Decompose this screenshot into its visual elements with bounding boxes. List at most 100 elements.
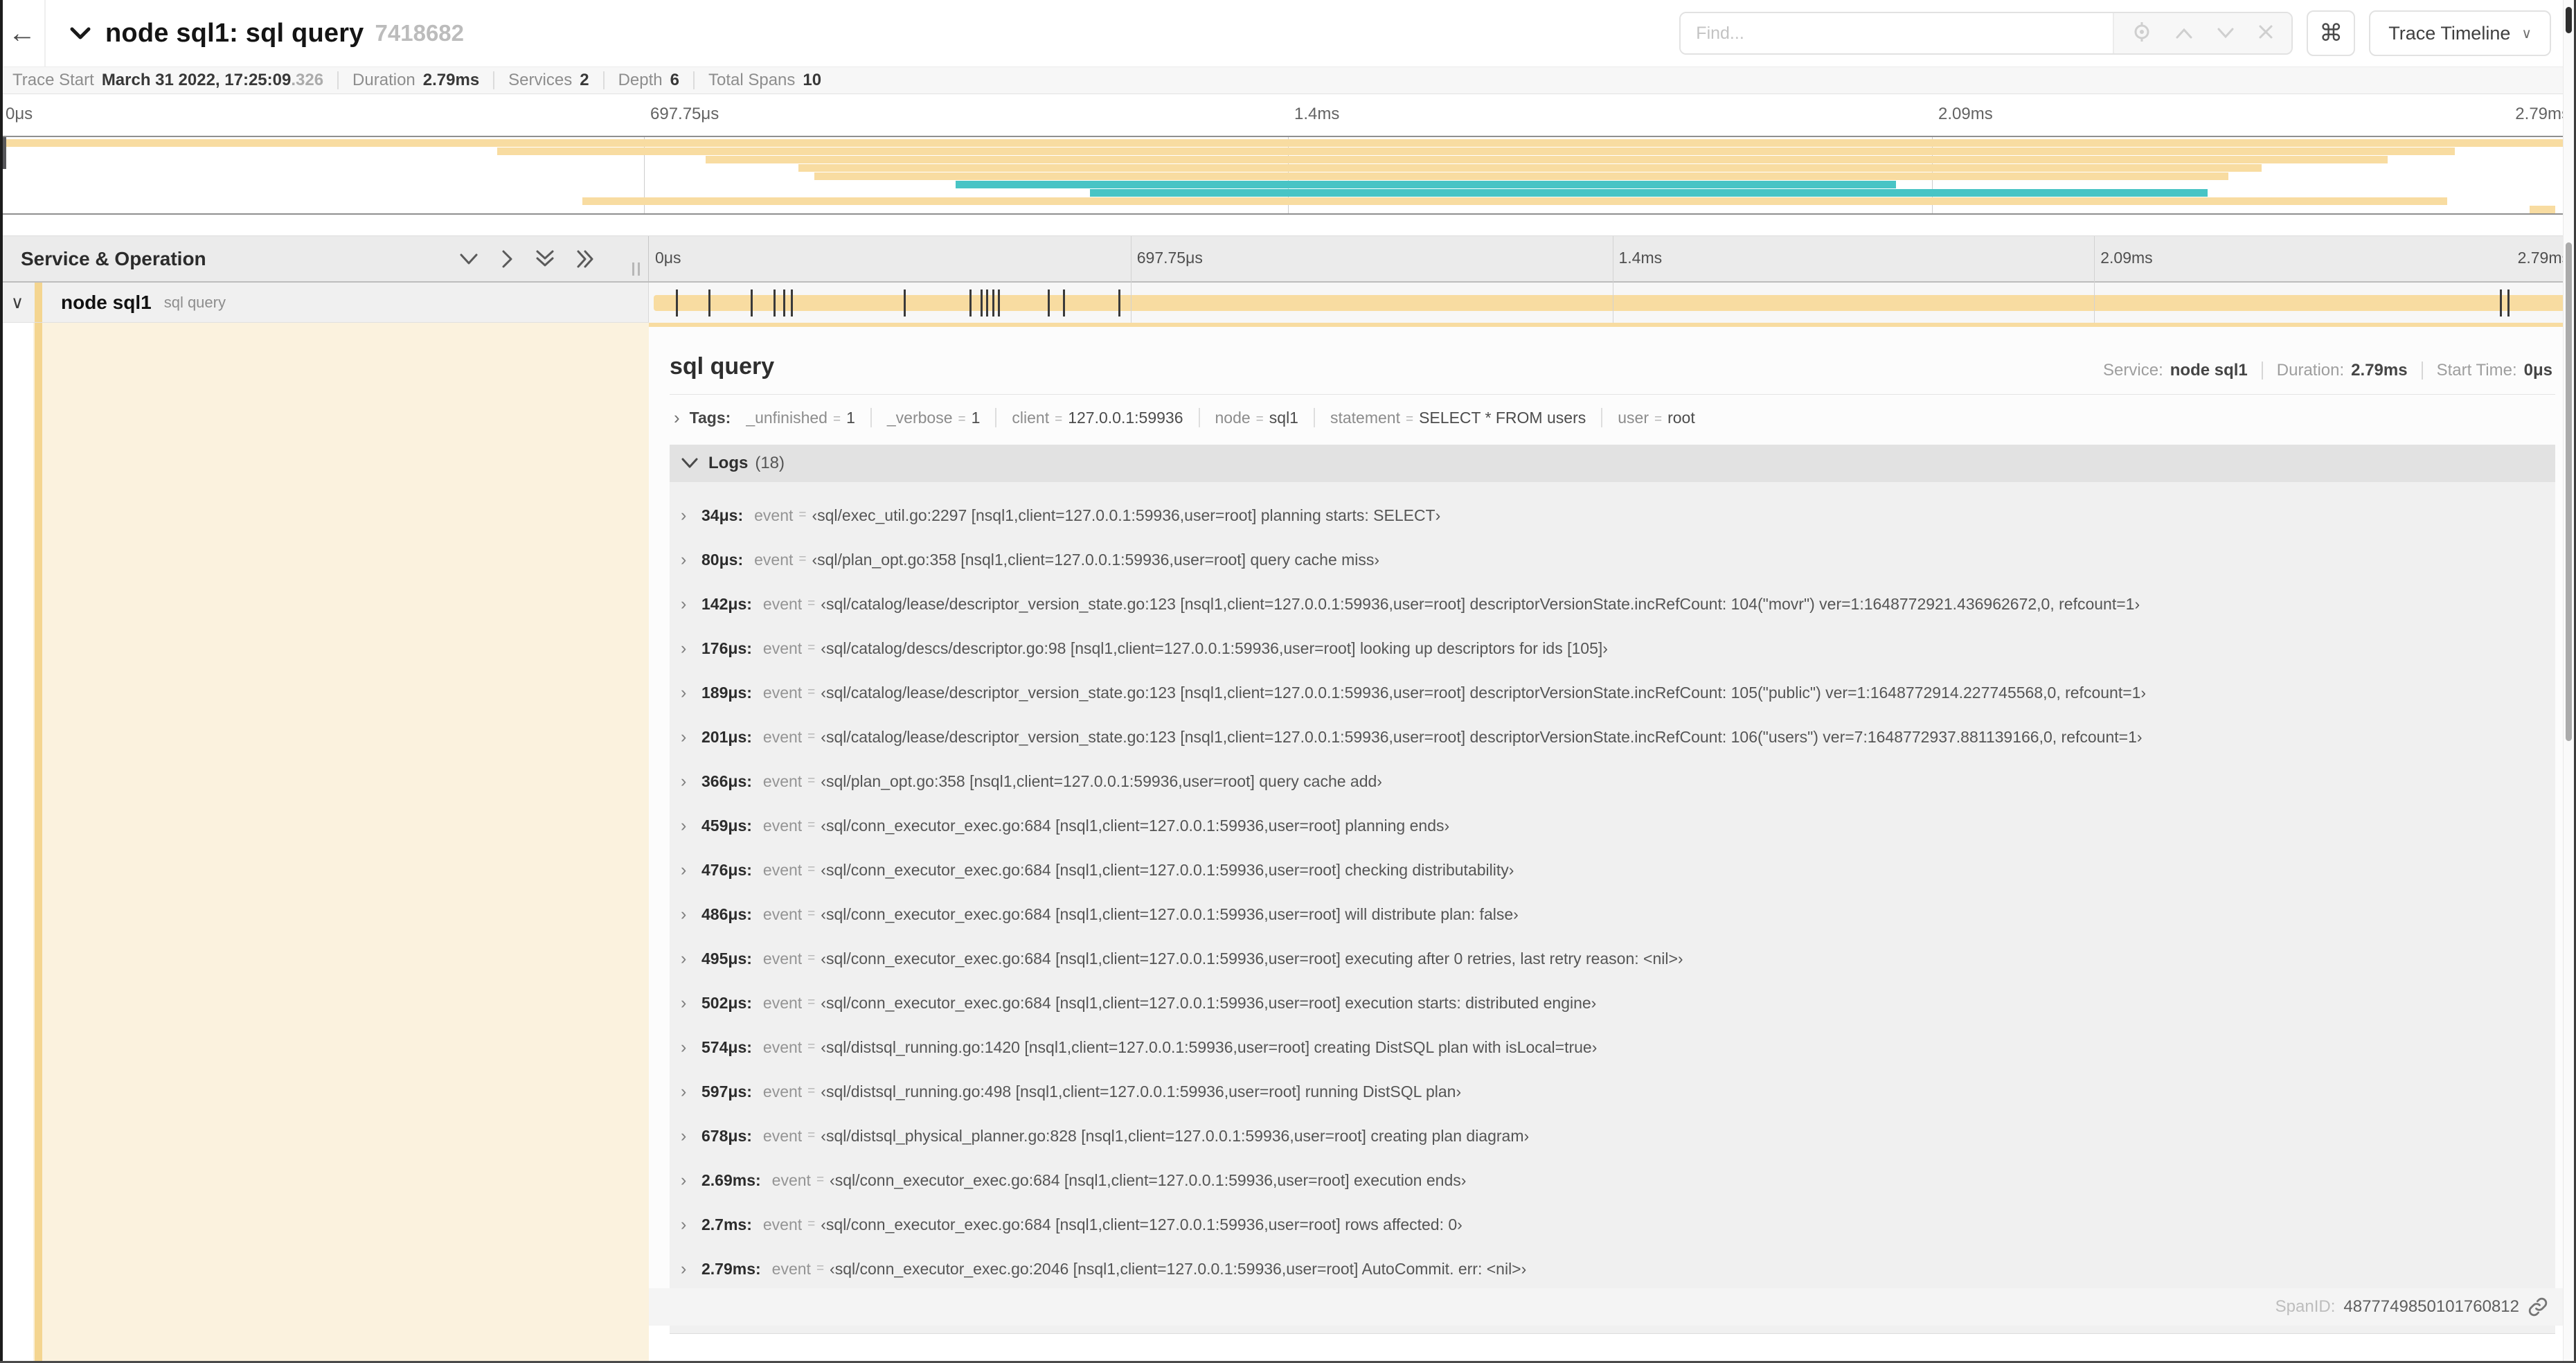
log-expand-chevron-icon[interactable]: ›: [681, 639, 701, 659]
prev-match-icon[interactable]: [2175, 24, 2193, 43]
log-expand-chevron-icon[interactable]: ›: [681, 1170, 701, 1191]
trace-view-selector[interactable]: Trace Timeline ∨: [2369, 10, 2551, 56]
log-expand-chevron-icon[interactable]: ›: [681, 550, 701, 570]
log-field-key: event: [762, 1215, 803, 1233]
log-entry-row[interactable]: › 34μs: event = ‹sql/exec_util.go:2297 […: [681, 493, 2555, 537]
page-title: node sql1: sql query: [105, 18, 364, 48]
log-marker-tick[interactable]: [773, 289, 776, 317]
log-entry-row[interactable]: › 495μs: event = ‹sql/conn_executor_exec…: [681, 936, 2555, 981]
minimap-canvas[interactable]: [0, 136, 2576, 215]
log-expand-chevron-icon[interactable]: ›: [681, 594, 701, 614]
keyboard-shortcuts-button[interactable]: ⌘: [2307, 10, 2356, 56]
deep-link-icon[interactable]: [2528, 1297, 2548, 1317]
scrollbar-thumb[interactable]: [2566, 242, 2572, 741]
log-entry-row[interactable]: › 2.7ms: event = ‹sql/conn_executor_exec…: [681, 1202, 2555, 1247]
log-entry-row[interactable]: › 142μs: event = ‹sql/catalog/lease/desc…: [681, 582, 2555, 626]
span-duration-bar[interactable]: [654, 289, 2570, 317]
log-timestamp: 2.7ms:: [701, 1215, 752, 1233]
log-equals: =: [807, 862, 816, 877]
log-entry-row[interactable]: › 459μs: event = ‹sql/conn_executor_exec…: [681, 803, 2555, 848]
log-entry-row[interactable]: › 486μs: event = ‹sql/conn_executor_exec…: [681, 892, 2555, 936]
column-resize-grip[interactable]: [632, 262, 640, 276]
focus-match-icon[interactable]: [2132, 21, 2152, 45]
log-expand-chevron-icon[interactable]: ›: [681, 683, 701, 703]
collapse-trace-chevron-icon[interactable]: [69, 26, 91, 41]
log-expand-chevron-icon[interactable]: ›: [681, 860, 701, 880]
log-marker-tick[interactable]: [708, 289, 711, 317]
log-expand-chevron-icon[interactable]: ›: [681, 772, 701, 792]
log-marker-tick[interactable]: [783, 289, 786, 317]
log-entry-row[interactable]: › 2.69ms: event = ‹sql/conn_executor_exe…: [681, 1158, 2555, 1202]
log-field-key: event: [762, 816, 803, 835]
log-entry-row[interactable]: › 201μs: event = ‹sql/catalog/lease/desc…: [681, 715, 2555, 759]
find-input[interactable]: [1681, 13, 2113, 53]
log-marker-tick[interactable]: [992, 289, 994, 317]
log-expand-chevron-icon[interactable]: ›: [681, 506, 701, 526]
log-entry-row[interactable]: › 574μs: event = ‹sql/distsql_running.go…: [681, 1025, 2555, 1069]
chevron-down-icon: ∨: [2521, 26, 2532, 42]
tags-expand-chevron-icon[interactable]: ›: [674, 407, 680, 429]
tags-row[interactable]: › Tags: _unfinished = 1 _verbose = 1 client = 12…: [670, 398, 2555, 438]
log-expand-chevron-icon[interactable]: ›: [681, 1082, 701, 1102]
log-entry-row[interactable]: › 476μs: event = ‹sql/conn_executor_exec…: [681, 848, 2555, 892]
log-timestamp: 34μs:: [701, 506, 744, 524]
log-entry-row[interactable]: › 189μs: event = ‹sql/catalog/lease/desc…: [681, 670, 2555, 715]
log-expand-chevron-icon[interactable]: ›: [681, 1215, 701, 1235]
tags-label: Tags:: [689, 408, 731, 427]
log-equals: =: [807, 995, 816, 1010]
log-marker-tick[interactable]: [2500, 289, 2503, 317]
log-entry-row[interactable]: › 80μs: event = ‹sql/plan_opt.go:358 [ns…: [681, 537, 2555, 582]
log-entry-row[interactable]: › 502μs: event = ‹sql/conn_executor_exec…: [681, 981, 2555, 1025]
log-expand-chevron-icon[interactable]: ›: [681, 816, 701, 836]
minimap-tick-label: 697.75μs: [650, 105, 719, 123]
log-marker-tick[interactable]: [1063, 289, 1066, 317]
span-row-timeline-cell[interactable]: [649, 283, 2576, 323]
trace-bar-label: Duration: [352, 71, 415, 89]
log-marker-tick[interactable]: [751, 289, 753, 317]
expand-all-icon[interactable]: [576, 249, 596, 269]
log-expand-chevron-icon[interactable]: ›: [681, 1037, 701, 1058]
log-marker-tick[interactable]: [904, 289, 906, 317]
log-entry-row[interactable]: › 597μs: event = ‹sql/distsql_running.go…: [681, 1069, 2555, 1114]
log-marker-tick[interactable]: [969, 289, 972, 317]
minimap-tick-label: 2.79ms: [2515, 105, 2570, 123]
log-entry-row[interactable]: › 176μs: event = ‹sql/catalog/descs/desc…: [681, 626, 2555, 670]
log-equals: =: [816, 1261, 825, 1276]
span-collapse-chevron-icon[interactable]: ∨: [0, 292, 35, 313]
log-field-key: event: [762, 1082, 803, 1101]
service-operation-header: Service & Operation: [0, 236, 649, 281]
log-entry-row[interactable]: › 678μs: event = ‹sql/distsql_physical_p…: [681, 1114, 2555, 1158]
next-match-icon[interactable]: [2217, 24, 2235, 43]
clear-find-icon[interactable]: [2258, 24, 2273, 43]
log-message: ‹sql/plan_opt.go:358 [nsql1,client=127.0…: [812, 550, 1380, 569]
log-marker-tick[interactable]: [998, 289, 1001, 317]
log-expand-chevron-icon[interactable]: ›: [681, 993, 701, 1013]
scrollbar-thumb-top[interactable]: [2566, 7, 2572, 33]
log-marker-tick[interactable]: [986, 289, 989, 317]
vertical-scrollbar[interactable]: [2563, 0, 2574, 1363]
logs-header[interactable]: Logs (18): [670, 445, 2555, 482]
log-expand-chevron-icon[interactable]: ›: [681, 727, 701, 747]
log-entry-row[interactable]: › 366μs: event = ‹sql/plan_opt.go:358 [n…: [681, 759, 2555, 803]
expand-one-icon[interactable]: [500, 249, 514, 269]
log-expand-chevron-icon[interactable]: ›: [681, 1126, 701, 1146]
log-expand-chevron-icon[interactable]: ›: [681, 949, 701, 969]
log-marker-tick[interactable]: [676, 289, 679, 317]
log-expand-chevron-icon[interactable]: ›: [681, 1259, 701, 1279]
collapse-all-icon[interactable]: [535, 249, 555, 269]
log-marker-tick[interactable]: [2507, 289, 2510, 317]
log-marker-tick[interactable]: [981, 289, 983, 317]
back-button[interactable]: ←: [0, 0, 46, 66]
collapse-one-icon[interactable]: [458, 252, 479, 266]
span-row[interactable]: ∨ node sql1 sql query: [0, 283, 2576, 323]
trace-bar-item: Depth 6: [618, 71, 679, 90]
log-marker-tick[interactable]: [791, 289, 794, 317]
timeline-ruler: 0μs 697.75μs 1.4ms 2.09ms 2.79ms: [649, 236, 2576, 281]
log-expand-chevron-icon[interactable]: ›: [681, 905, 701, 925]
span-row-name-cell[interactable]: ∨ node sql1 sql query: [0, 283, 649, 323]
find-buttons: [2113, 13, 2292, 53]
log-entry-row[interactable]: › 2.79ms: event = ‹sql/conn_executor_exe…: [681, 1247, 2555, 1291]
trace-bar-separator: [337, 71, 339, 89]
log-marker-tick[interactable]: [1048, 289, 1050, 317]
log-marker-tick[interactable]: [1118, 289, 1121, 317]
